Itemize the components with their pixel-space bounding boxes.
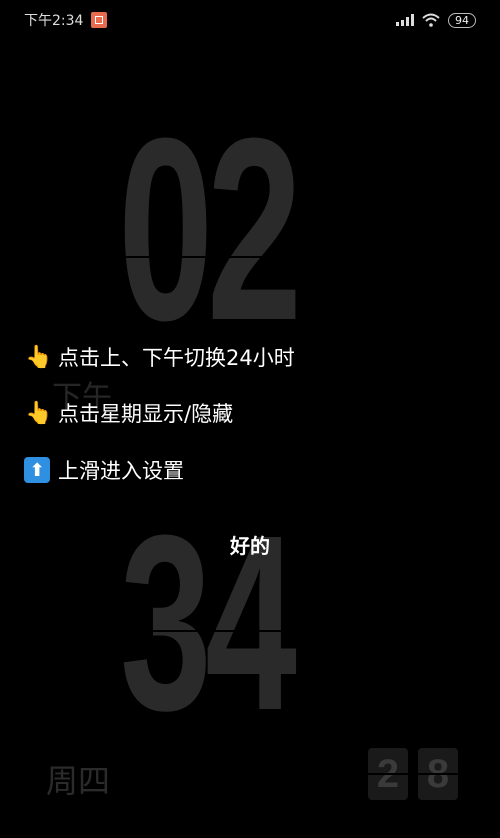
weekday-toggle[interactable]: 周四 (46, 756, 110, 802)
tip-toggle-weekday: 👆 点击星期显示/隐藏 (24, 398, 233, 428)
arrow-up-icon: ⬆ (24, 457, 50, 483)
seconds-display: 2 8 (368, 748, 458, 800)
pointing-hand-icon: 👆 (25, 344, 53, 370)
status-right: 94 (396, 12, 476, 28)
battery-icon: 94 (448, 12, 476, 28)
tip-text: 点击星期显示/隐藏 (58, 402, 234, 426)
signal-icon (396, 14, 414, 26)
hour-flip-divider (110, 256, 400, 258)
status-bar: 下午2:34 94 (0, 0, 500, 40)
pointing-hand-icon: 👆 (25, 400, 53, 426)
status-time: 下午2:34 (24, 13, 84, 29)
app-notification-icon (91, 12, 108, 28)
tip-toggle-24h: 👆 点击上、下午切换24小时 (24, 342, 295, 372)
ok-button[interactable]: 好的 (206, 526, 294, 562)
seconds-ones-card: 8 (418, 748, 458, 800)
tip-text: 上滑进入设置 (58, 459, 184, 483)
tip-text: 点击上、下午切换24小时 (58, 346, 295, 370)
status-left: 下午2:34 (24, 10, 108, 30)
clock-hour[interactable]: 02 (118, 100, 302, 360)
tip-swipe-settings: ⬆ 上滑进入设置 (24, 455, 184, 485)
wifi-icon (422, 13, 440, 27)
seconds-tens-card: 2 (368, 748, 408, 800)
minute-flip-divider (110, 630, 410, 632)
